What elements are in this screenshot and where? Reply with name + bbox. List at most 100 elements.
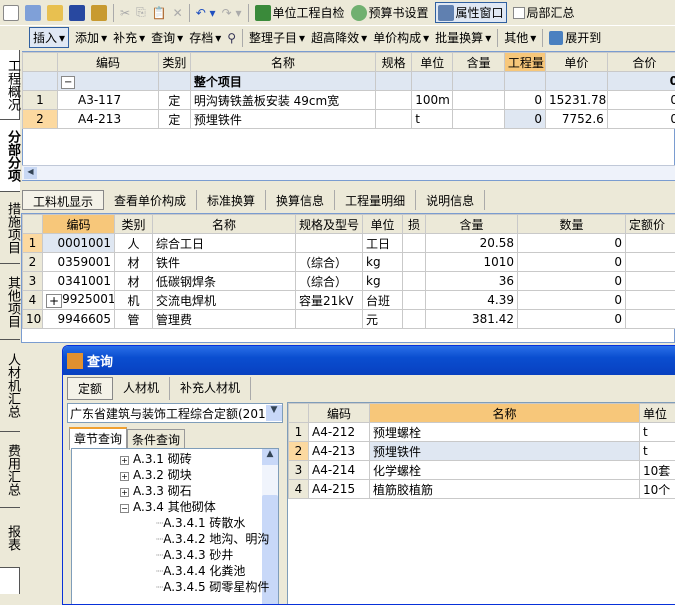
- table-row[interactable]: 1A4-212预埋螺栓t: [289, 423, 675, 442]
- tree-node[interactable]: ┈A.3.4.4 化粪池: [156, 563, 245, 579]
- cell[interactable]: 0: [518, 291, 626, 310]
- cell[interactable]: t: [640, 442, 675, 461]
- cell[interactable]: [403, 234, 426, 253]
- budget-settings-button[interactable]: 预算书设置: [351, 4, 429, 21]
- cell[interactable]: 1010: [426, 253, 518, 272]
- cell[interactable]: 0001001: [43, 234, 115, 253]
- cell[interactable]: [296, 310, 363, 329]
- cell[interactable]: 容量21kV: [296, 291, 363, 310]
- tab-condition-query[interactable]: 条件查询: [127, 429, 185, 450]
- cell[interactable]: 0: [518, 310, 626, 329]
- expand-toggle[interactable]: +: [46, 294, 62, 308]
- table-row[interactable]: 4+9925001机交流电焊机容量21kV台班4.39063.: [23, 291, 675, 310]
- tab-quantity-detail[interactable]: 工程量明细: [335, 190, 416, 210]
- side-tab-measures[interactable]: 措施项目: [0, 192, 20, 264]
- side-tab-cost-summary[interactable]: 费用汇总: [0, 432, 20, 508]
- side-tab-other[interactable]: 其他项目: [0, 264, 20, 340]
- tab-chapter-query[interactable]: 章节查询: [69, 427, 127, 450]
- cell[interactable]: 0: [518, 253, 626, 272]
- cell[interactable]: kg: [363, 253, 403, 272]
- undo-icon[interactable]: ↶ ▾: [196, 6, 216, 20]
- cell[interactable]: 台班: [363, 291, 403, 310]
- cell[interactable]: （综合）: [296, 272, 363, 291]
- expand-icon[interactable]: +: [120, 488, 129, 497]
- scroll-left-icon[interactable]: ◀: [24, 167, 37, 179]
- table-row[interactable]: 4A4-215植筋胶植筋10个: [289, 480, 675, 499]
- horizontal-scrollbar[interactable]: ◀: [22, 165, 675, 180]
- tree-node[interactable]: +A.3.3 砌石: [120, 483, 192, 499]
- cell[interactable]: （综合）: [296, 253, 363, 272]
- cell[interactable]: 0: [518, 272, 626, 291]
- cell[interactable]: A4-213: [309, 442, 370, 461]
- delete-icon[interactable]: ✕: [173, 6, 183, 20]
- cell[interactable]: kg: [363, 272, 403, 291]
- height-reduction-button[interactable]: 超高降效 ▾: [311, 29, 367, 46]
- cell[interactable]: 人: [115, 234, 153, 253]
- unit-price-composition-button[interactable]: 单价构成 ▾: [373, 29, 429, 46]
- batch-conversion-button[interactable]: 批量换算▾: [435, 29, 491, 46]
- cell[interactable]: 9946605: [43, 310, 115, 329]
- tab-unit-price[interactable]: 查看单价构成: [104, 190, 197, 210]
- cell[interactable]: 低碳钢焊条: [153, 272, 296, 291]
- cell[interactable]: 化学螺栓: [370, 461, 640, 480]
- cell[interactable]: 元: [363, 310, 403, 329]
- tree-node[interactable]: ┈A.3.4.2 地沟、明沟: [156, 531, 269, 547]
- cell[interactable]: A4-214: [309, 461, 370, 480]
- group-row[interactable]: −整个项目0: [23, 72, 675, 91]
- cell[interactable]: [626, 310, 675, 329]
- table-row[interactable]: 30341001材低碳钢焊条（综合）kg3604: [23, 272, 675, 291]
- side-tab-reports[interactable]: 报表: [0, 508, 20, 568]
- side-tab-items[interactable]: 分部分项: [0, 120, 20, 192]
- collapse-toggle[interactable]: −: [61, 76, 75, 89]
- cell[interactable]: 10套: [640, 461, 675, 480]
- quota-library-select[interactable]: 广东省建筑与装饰工程综合定额(201 ▼: [67, 403, 283, 423]
- cell[interactable]: [403, 253, 426, 272]
- side-tab-resource-summary[interactable]: 人材机汇总: [0, 340, 20, 432]
- tab-supplement-resources[interactable]: 补充人材机: [170, 377, 251, 400]
- cell[interactable]: 机: [115, 291, 153, 310]
- cell[interactable]: 综合工日: [153, 234, 296, 253]
- expand-to-button[interactable]: 展开到: [549, 29, 601, 46]
- binoculars-icon[interactable]: ⚲: [227, 31, 236, 45]
- cell[interactable]: 36: [426, 272, 518, 291]
- query-button[interactable]: 查询 ▾: [151, 29, 183, 46]
- cell[interactable]: 20.58: [426, 234, 518, 253]
- add-button[interactable]: 添加 ▾: [75, 29, 107, 46]
- cell[interactable]: 交流电焊机: [153, 291, 296, 310]
- table-row[interactable]: 2A4-213预埋铁件t: [289, 442, 675, 461]
- paste-icon[interactable]: 📋: [152, 6, 167, 20]
- cell[interactable]: +9925001: [43, 291, 115, 310]
- save-all-icon[interactable]: [91, 5, 107, 21]
- cell[interactable]: 材: [115, 253, 153, 272]
- cell[interactable]: 铁件: [153, 253, 296, 272]
- expand-icon[interactable]: +: [120, 456, 129, 465]
- table-row[interactable]: 3A4-214化学螺栓10套: [289, 461, 675, 480]
- template-icon[interactable]: [25, 5, 41, 21]
- cell[interactable]: [403, 291, 426, 310]
- cell[interactable]: 381.42: [426, 310, 518, 329]
- table-row[interactable]: 10001001人综合工日工日20.580: [23, 234, 675, 253]
- cell[interactable]: 0341001: [43, 272, 115, 291]
- insert-button[interactable]: 插入 ▾: [29, 27, 69, 48]
- redo-icon[interactable]: ↷ ▾: [222, 6, 242, 20]
- tab-conversion-info[interactable]: 换算信息: [266, 190, 335, 210]
- cell[interactable]: 植筋胶植筋: [370, 480, 640, 499]
- tree-node[interactable]: +A.3.2 砌块: [120, 467, 192, 483]
- open-folder-icon[interactable]: [47, 5, 63, 21]
- tree-node[interactable]: ┈A.3.4.1 砖散水: [156, 515, 245, 531]
- side-tab-overview[interactable]: 工程概况: [0, 50, 20, 120]
- cell[interactable]: 4: [626, 272, 675, 291]
- cell[interactable]: 管理费: [153, 310, 296, 329]
- cell[interactable]: 预埋螺栓: [370, 423, 640, 442]
- cell[interactable]: 材: [115, 272, 153, 291]
- dialog-title-bar[interactable]: 查询: [63, 346, 675, 375]
- cell[interactable]: 0359001: [43, 253, 115, 272]
- new-file-icon[interactable]: [3, 5, 19, 21]
- cell[interactable]: 管: [115, 310, 153, 329]
- tab-resources[interactable]: 人材机: [113, 377, 170, 400]
- other-button[interactable]: 其他▾: [504, 29, 536, 46]
- cell[interactable]: A4-215: [309, 480, 370, 499]
- tree-node[interactable]: −A.3.4 其他砌体: [120, 499, 216, 515]
- scroll-up-icon[interactable]: ▲: [262, 449, 278, 465]
- cell[interactable]: 工日: [363, 234, 403, 253]
